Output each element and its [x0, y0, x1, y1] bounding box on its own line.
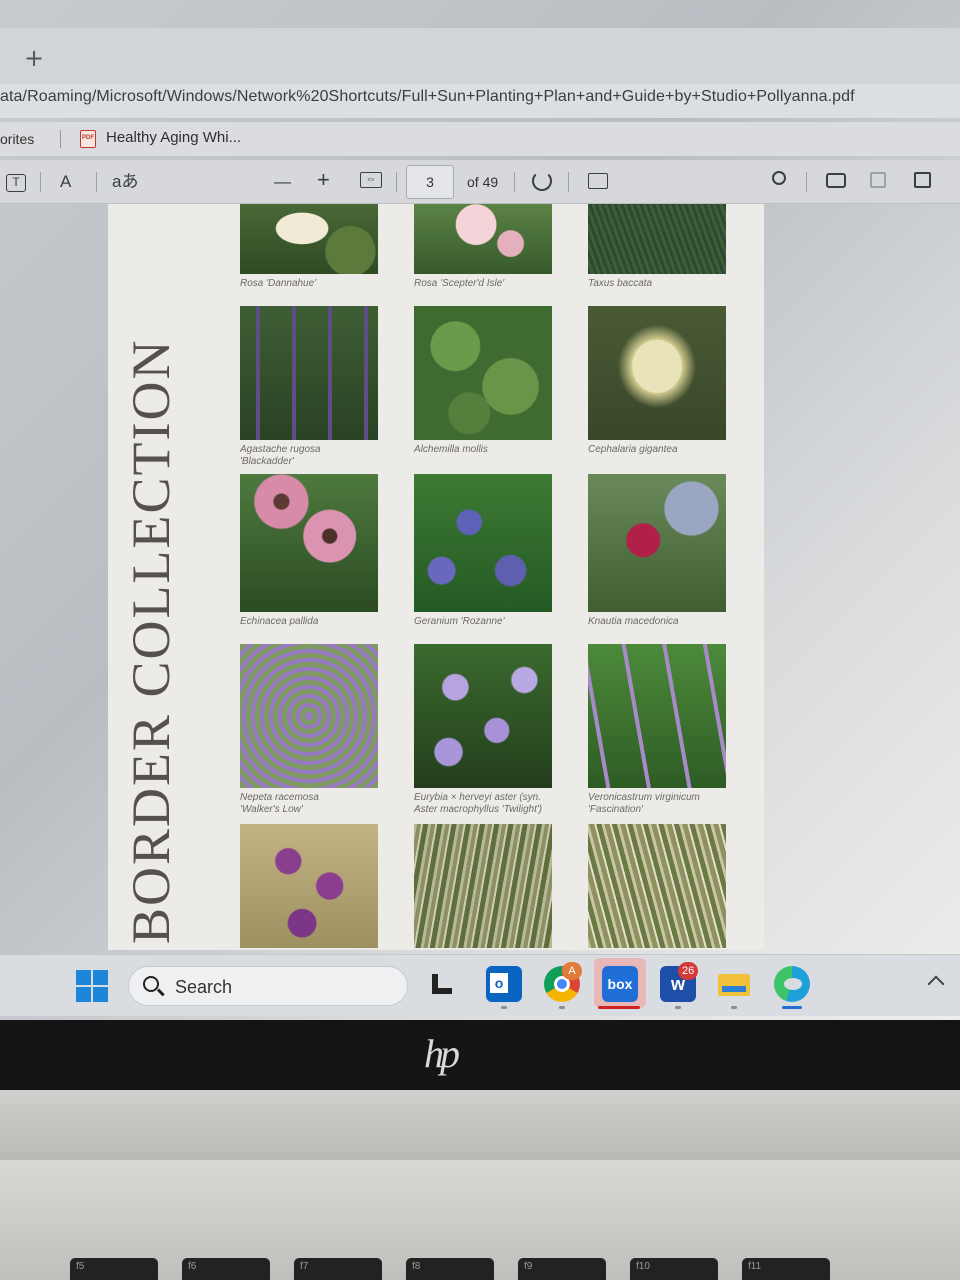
plant-photo — [240, 644, 378, 788]
pdf-page: BORDER COLLECTION Rosa 'Dannahue' Rosa 'S… — [108, 204, 764, 950]
function-key[interactable]: f11 — [742, 1258, 830, 1280]
plant-photo — [414, 474, 552, 612]
webex-notification-badge: 26 — [678, 962, 699, 980]
zoom-out-button[interactable]: — — [274, 172, 291, 192]
new-tab-button[interactable]: + — [24, 44, 44, 72]
fit-page-icon[interactable]: ⇔ — [360, 172, 382, 188]
plant-caption: Knautia macedonica — [588, 616, 679, 627]
favorites-divider — [60, 130, 61, 148]
plant-photo — [414, 644, 552, 788]
toolbar-divider — [568, 172, 569, 192]
zoom-in-button[interactable]: + — [317, 169, 330, 191]
plant-caption: Taxus baccata — [588, 278, 653, 289]
outlook-icon[interactable]: o — [486, 966, 522, 1002]
plant-photo — [240, 824, 378, 948]
taskbar-search-input[interactable]: Search — [128, 966, 408, 1006]
chrome-profile-badge: A — [562, 962, 582, 980]
rotate-icon[interactable] — [532, 171, 552, 191]
plant-photo — [414, 204, 552, 274]
function-key[interactable]: f5 — [70, 1258, 158, 1280]
page-view-icon[interactable] — [588, 173, 608, 189]
plant-photo — [414, 306, 552, 440]
search-icon — [143, 976, 159, 992]
plant-caption-cultivar: 'Walker's Low' — [240, 804, 303, 815]
function-key[interactable]: f8 — [406, 1258, 494, 1280]
toolbar-divider — [514, 172, 515, 192]
plant-caption-cultivar: 'Fascination' — [588, 804, 643, 815]
vertical-section-title: BORDER COLLECTION — [121, 338, 181, 944]
laptop-bezel — [0, 1020, 960, 1090]
function-key[interactable]: f6 — [182, 1258, 270, 1280]
windows-start-icon[interactable] — [76, 970, 108, 1002]
plant-photo — [240, 306, 378, 440]
plant-photo — [414, 824, 552, 948]
print-icon[interactable] — [826, 173, 846, 188]
box-icon[interactable]: box — [602, 966, 638, 1002]
plant-caption: Echinacea pallida — [240, 616, 319, 627]
plant-caption: Eurybia × herveyi aster (syn. — [414, 792, 541, 803]
function-key[interactable]: f7 — [294, 1258, 382, 1280]
file-explorer-icon[interactable] — [716, 966, 752, 1002]
save-icon[interactable] — [870, 172, 886, 188]
laptop-hinge — [0, 1090, 960, 1160]
favorite-healthy-aging[interactable]: Healthy Aging Whi... — [106, 129, 241, 146]
toolbar-divider — [96, 172, 97, 192]
plant-caption: Agastache rugosa — [240, 444, 321, 455]
browser-tab-bar — [0, 28, 960, 84]
taskbar-search-label: Search — [175, 977, 233, 997]
plant-photo — [588, 306, 726, 440]
outlook-letter: o — [490, 973, 508, 993]
plant-photo — [588, 644, 726, 788]
plant-caption: Veronicastrum virginicum — [588, 792, 700, 803]
plant-caption-cultivar: Aster macrophyllus 'Twilight') — [414, 804, 543, 815]
plant-caption: Cephalaria gigantea — [588, 444, 678, 455]
plant-photo — [588, 824, 726, 948]
toolbar-divider — [396, 172, 397, 192]
address-url[interactable]: ata/Roaming/Microsoft/Windows/Network%20… — [0, 88, 855, 106]
toolbar-divider — [806, 172, 807, 192]
plant-photo — [588, 474, 726, 612]
plant-caption: Rosa 'Dannahue' — [240, 278, 317, 289]
text-tool-icon[interactable]: T — [6, 174, 26, 192]
function-key[interactable]: f10 — [630, 1258, 718, 1280]
app-running-indicator — [559, 1006, 565, 1009]
box-active-indicator — [598, 1006, 640, 1009]
plant-photo — [240, 204, 378, 274]
favorites-label[interactable]: orites — [0, 131, 34, 147]
plant-caption: Nepeta racemosa — [240, 792, 319, 803]
plant-photo — [588, 204, 726, 274]
function-key[interactable]: f9 — [518, 1258, 606, 1280]
plant-caption-cultivar: 'Blackadder' — [240, 456, 294, 467]
plant-caption: Alchemilla mollis — [414, 444, 488, 455]
page-number-input[interactable]: 3 — [406, 165, 454, 199]
app-running-indicator — [731, 1006, 737, 1009]
app-running-indicator — [675, 1006, 681, 1009]
plant-caption: Geranium 'Rozanne' — [414, 616, 505, 627]
hp-logo: hp — [424, 1031, 460, 1076]
page-total: of 49 — [467, 174, 499, 190]
save-as-icon[interactable] — [914, 172, 931, 188]
translate-icon[interactable]: aあ — [112, 172, 138, 192]
app-running-indicator — [501, 1006, 507, 1009]
pdf-file-icon: PDF — [80, 130, 96, 148]
edge-active-indicator — [782, 1006, 802, 1009]
plant-caption: Rosa 'Scepter'd Isle' — [414, 278, 505, 289]
toolbar-divider — [40, 172, 41, 192]
read-aloud-icon[interactable]: A — [60, 172, 71, 192]
plant-photo — [240, 474, 378, 612]
search-icon[interactable] — [772, 171, 786, 185]
task-view-icon[interactable] — [428, 966, 464, 1002]
edge-icon[interactable] — [774, 966, 810, 1002]
laptop-screen: + ata/Roaming/Microsoft/Windows/Network%… — [0, 0, 960, 1020]
